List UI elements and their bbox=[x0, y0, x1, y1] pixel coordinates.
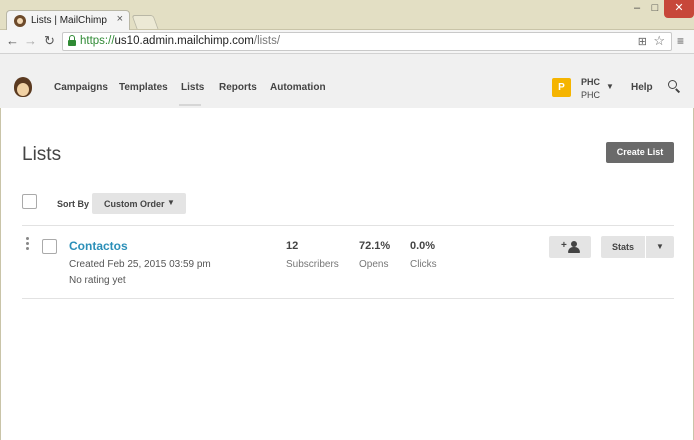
back-arrow-icon[interactable]: ← bbox=[6, 33, 19, 48]
account-avatar[interactable]: P bbox=[552, 78, 571, 97]
app-navbar: Campaigns Templates Lists Reports Automa… bbox=[0, 68, 694, 108]
url-scheme: https:// bbox=[80, 35, 115, 47]
reload-icon[interactable]: ↻ bbox=[44, 33, 55, 49]
url-text[interactable]: https://us10.admin.mailchimp.com/lists/ bbox=[80, 35, 280, 47]
help-link[interactable]: Help bbox=[631, 82, 653, 93]
divider bbox=[22, 298, 674, 299]
new-tab-button[interactable] bbox=[131, 15, 159, 29]
forward-arrow-icon[interactable]: → bbox=[24, 33, 37, 48]
divider bbox=[22, 225, 674, 226]
mailchimp-logo-icon[interactable] bbox=[13, 77, 33, 99]
clicks-rate: 0.0% bbox=[410, 240, 436, 252]
drag-handle-icon[interactable] bbox=[26, 237, 30, 251]
plus-icon: + bbox=[561, 240, 567, 251]
list-rating: No rating yet bbox=[69, 275, 126, 286]
nav-automation[interactable]: Automation bbox=[270, 82, 326, 93]
sort-order-value: Custom Order bbox=[104, 199, 165, 209]
list-created-date: Created Feb 25, 2015 03:59 pm bbox=[69, 259, 211, 270]
select-all-checkbox[interactable] bbox=[22, 194, 37, 209]
nav-lists[interactable]: Lists bbox=[181, 82, 204, 93]
browser-titlebar: Lists | MailChimp × – □ ✕ bbox=[0, 0, 694, 31]
sort-order-dropdown[interactable]: Custom Order ▼ bbox=[92, 193, 186, 214]
url-path: /lists/ bbox=[253, 35, 281, 47]
window-minimize-button[interactable]: – bbox=[630, 0, 644, 18]
tab-title: Lists | MailChimp bbox=[31, 15, 107, 26]
chevron-down-icon[interactable]: ▼ bbox=[606, 82, 614, 91]
stats-dropdown-toggle[interactable]: ▼ bbox=[646, 236, 674, 258]
tab-close-icon[interactable]: × bbox=[117, 13, 123, 25]
bookmark-star-icon[interactable]: ☆ bbox=[653, 33, 665, 49]
account-subname[interactable]: PHC bbox=[581, 90, 600, 100]
chevron-down-icon: ▼ bbox=[167, 198, 175, 207]
nav-campaigns[interactable]: Campaigns bbox=[54, 82, 108, 93]
create-list-button[interactable]: Create List bbox=[606, 142, 674, 163]
main-content: Lists Create List Sort By Custom Order ▼… bbox=[0, 108, 694, 440]
chevron-down-icon: ▼ bbox=[656, 242, 664, 251]
window-maximize-button[interactable]: □ bbox=[648, 0, 662, 18]
subscribers-label: Subscribers bbox=[286, 259, 339, 270]
mailchimp-favicon-icon bbox=[14, 15, 26, 27]
nav-templates[interactable]: Templates bbox=[119, 82, 168, 93]
app-header-top bbox=[0, 54, 694, 68]
nav-active-indicator bbox=[179, 104, 201, 106]
stats-button[interactable]: Stats bbox=[601, 236, 645, 258]
page-title: Lists bbox=[22, 144, 62, 165]
url-host: us10.admin.mailchimp.com bbox=[114, 35, 254, 47]
sort-by-label: Sort By bbox=[57, 199, 90, 209]
translate-icon[interactable]: ⊞ bbox=[638, 35, 647, 48]
opens-rate: 72.1% bbox=[359, 240, 391, 252]
add-subscriber-button[interactable]: + bbox=[549, 236, 591, 258]
browser-tab[interactable]: Lists | MailChimp × bbox=[6, 10, 130, 31]
list-name-link[interactable]: Contactos bbox=[69, 239, 128, 253]
browser-menu-icon[interactable]: ≡ bbox=[677, 34, 684, 48]
secure-lock-icon bbox=[68, 35, 76, 46]
nav-reports[interactable]: Reports bbox=[219, 82, 257, 93]
list-row-checkbox[interactable] bbox=[42, 239, 57, 254]
browser-toolbar: ← → ↻ https://us10.admin.mailchimp.com/l… bbox=[0, 30, 694, 54]
address-bar[interactable]: https://us10.admin.mailchimp.com/lists/ … bbox=[62, 32, 672, 51]
search-icon[interactable] bbox=[668, 80, 681, 93]
window-close-button[interactable]: ✕ bbox=[664, 0, 694, 18]
clicks-label: Clicks bbox=[410, 259, 437, 270]
account-name[interactable]: PHC bbox=[581, 77, 600, 87]
subscribers-count[interactable]: 12 bbox=[286, 240, 298, 252]
opens-label: Opens bbox=[359, 259, 389, 270]
